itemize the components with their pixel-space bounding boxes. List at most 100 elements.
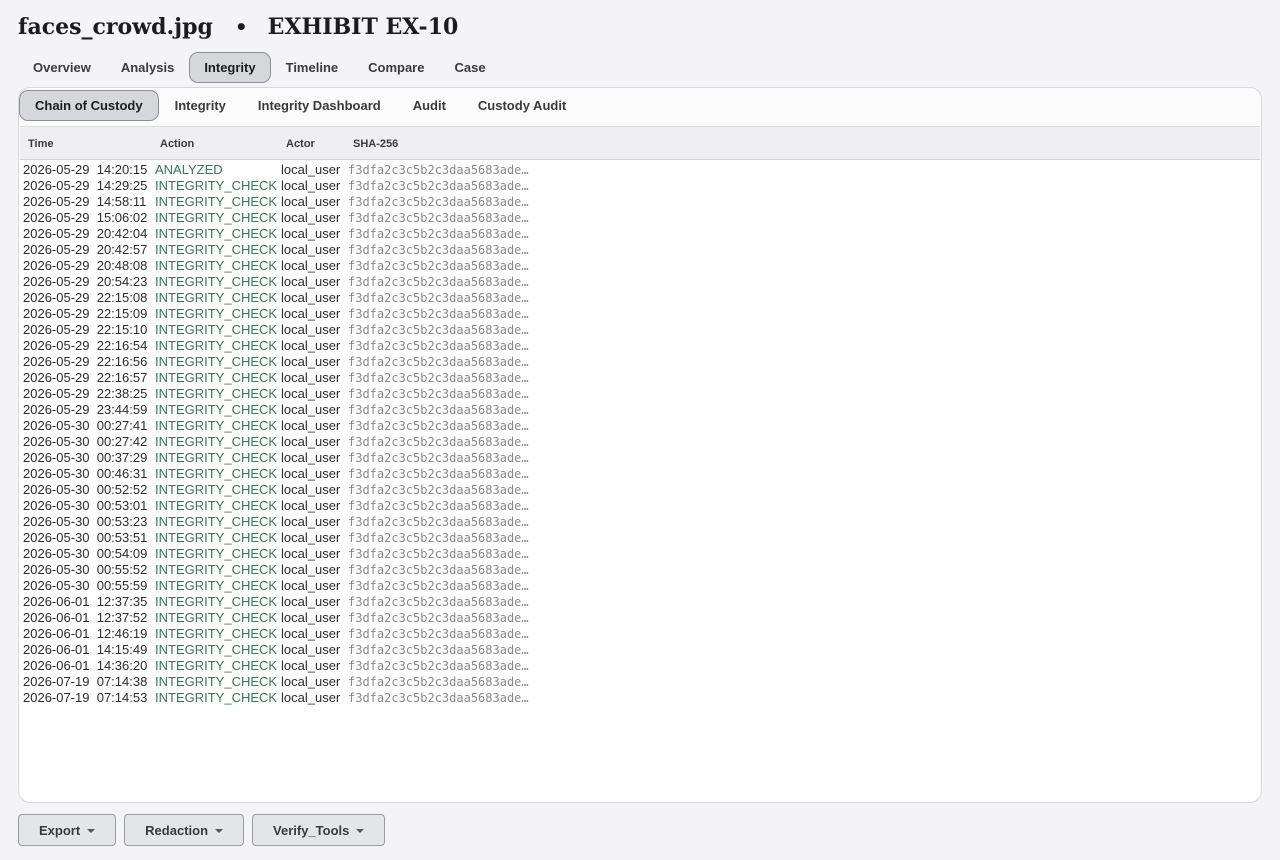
table-row[interactable]: 2026-05-29 22:16:56 INTEGRITY_CHECK local_…: [23, 354, 583, 370]
verify-tools-menu-button[interactable]: Verify_Tools: [252, 814, 386, 846]
table-row[interactable]: 2026-05-29 23:44:59 INTEGRITY_CHECK local_…: [23, 402, 583, 418]
cell-action: INTEGRITY_CHECK: [155, 226, 278, 241]
subtab-audit[interactable]: Audit: [397, 90, 462, 121]
table-row[interactable]: 2026-07-19 07:14:38 INTEGRITY_CHECK local_…: [23, 674, 583, 690]
cell-action: INTEGRITY_CHECK: [155, 210, 278, 225]
cell-action: INTEGRITY_CHECK: [155, 370, 278, 385]
table-row[interactable]: 2026-05-29 20:54:23 INTEGRITY_CHECK local_…: [23, 274, 583, 290]
cell-actor: local_user: [281, 370, 341, 385]
chevron-down-icon: [215, 829, 224, 833]
table-row[interactable]: 2026-05-29 22:15:09 INTEGRITY_CHECK local_…: [23, 306, 583, 322]
subtab-integrity[interactable]: Integrity: [159, 90, 242, 121]
table-row[interactable]: 2026-05-30 00:27:42 INTEGRITY_CHECK local_…: [23, 434, 583, 450]
cell-actor: local_user: [281, 562, 341, 577]
cell-actor: local_user: [281, 178, 341, 193]
table-row[interactable]: 2026-05-29 22:38:25 INTEGRITY_CHECK local_…: [23, 386, 583, 402]
custody-table[interactable]: Time Action Actor SHA-256 2026-05-29 14:…: [20, 126, 1260, 801]
table-row[interactable]: 2026-05-29 22:16:54 INTEGRITY_CHECK local_…: [23, 338, 583, 354]
cell-actor: local_user: [281, 162, 341, 177]
tab-case[interactable]: Case: [439, 52, 500, 83]
main-tab-bar: Overview Analysis Integrity Timeline Compare…: [18, 52, 501, 83]
table-row[interactable]: 2026-05-29 14:20:15 ANALYZED local_user f3d…: [23, 162, 583, 178]
cell-time: 2026-05-29 22:38:25: [23, 386, 148, 401]
column-header-time[interactable]: Time: [28, 138, 53, 150]
cell-time: 2026-05-29 20:42:57: [23, 242, 148, 257]
cell-time: 2026-06-01 14:36:20: [23, 658, 148, 673]
cell-actor: local_user: [281, 306, 341, 321]
table-row[interactable]: 2026-05-30 00:37:29 INTEGRITY_CHECK local_…: [23, 450, 583, 466]
cell-time: 2026-05-29 20:48:08: [23, 258, 148, 273]
table-row[interactable]: 2026-05-30 00:54:09 INTEGRITY_CHECK local_…: [23, 546, 583, 562]
cell-actor: local_user: [281, 626, 341, 641]
content-panel: Chain of Custody Integrity Integrity Dashb…: [18, 87, 1262, 803]
table-row[interactable]: 2026-05-30 00:53:51 INTEGRITY_CHECK local_…: [23, 530, 583, 546]
cell-sha256: f3dfa2c3c5b2c3daa5683ade…: [348, 307, 529, 321]
table-row[interactable]: 2026-06-01 12:37:35 INTEGRITY_CHECK local_…: [23, 594, 583, 610]
tab-integrity[interactable]: Integrity: [189, 52, 271, 83]
table-row[interactable]: 2026-05-29 20:42:04 INTEGRITY_CHECK local_…: [23, 226, 583, 242]
cell-time: 2026-05-29 14:58:11: [23, 194, 147, 209]
subtab-chain-of-custody[interactable]: Chain of Custody: [19, 90, 159, 121]
cell-time: 2026-05-30 00:53:51: [23, 530, 148, 545]
cell-actor: local_user: [281, 674, 341, 689]
table-row[interactable]: 2026-05-29 20:48:08 INTEGRITY_CHECK local_…: [23, 258, 583, 274]
subtab-integrity-dashboard[interactable]: Integrity Dashboard: [242, 90, 397, 121]
cell-time: 2026-05-30 00:54:09: [23, 546, 148, 561]
cell-sha256: f3dfa2c3c5b2c3daa5683ade…: [348, 387, 529, 401]
column-header-actor[interactable]: Actor: [286, 138, 315, 150]
subtab-custody-audit[interactable]: Custody Audit: [462, 90, 582, 121]
table-row[interactable]: 2026-05-30 00:53:23 INTEGRITY_CHECK local_…: [23, 514, 583, 530]
table-row[interactable]: 2026-05-30 00:55:52 INTEGRITY_CHECK local_…: [23, 562, 583, 578]
tab-overview[interactable]: Overview: [18, 52, 106, 83]
column-header-action[interactable]: Action: [160, 138, 194, 150]
table-row[interactable]: 2026-06-01 14:36:20 INTEGRITY_CHECK local_…: [23, 658, 583, 674]
cell-action: INTEGRITY_CHECK: [155, 594, 278, 609]
cell-action: INTEGRITY_CHECK: [155, 498, 278, 513]
table-row[interactable]: 2026-06-01 14:15:49 INTEGRITY_CHECK local_…: [23, 642, 583, 658]
cell-action: ANALYZED: [155, 162, 223, 177]
tab-compare[interactable]: Compare: [353, 52, 439, 83]
cell-sha256: f3dfa2c3c5b2c3daa5683ade…: [348, 291, 529, 305]
tab-timeline[interactable]: Timeline: [271, 52, 354, 83]
export-menu-button[interactable]: Export: [18, 814, 117, 846]
redaction-menu-button[interactable]: Redaction: [124, 814, 245, 846]
cell-actor: local_user: [281, 466, 341, 481]
cell-time: 2026-06-01 14:15:49: [23, 642, 148, 657]
table-row[interactable]: 2026-05-30 00:27:41 INTEGRITY_CHECK local_…: [23, 418, 583, 434]
cell-actor: local_user: [281, 402, 341, 417]
cell-actor: local_user: [281, 322, 341, 337]
chevron-down-icon: [87, 829, 96, 833]
table-body: 2026-05-29 14:20:15 ANALYZED local_user f3d…: [23, 162, 583, 706]
sub-tab-bar: Chain of Custody Integrity Integrity Dashb…: [19, 90, 582, 121]
tab-analysis[interactable]: Analysis: [106, 52, 189, 83]
table-row[interactable]: 2026-06-01 12:37:52 INTEGRITY_CHECK local_…: [23, 610, 583, 626]
table-row[interactable]: 2026-05-29 22:15:08 INTEGRITY_CHECK local_…: [23, 290, 583, 306]
cell-sha256: f3dfa2c3c5b2c3daa5683ade…: [348, 531, 529, 545]
cell-actor: local_user: [281, 482, 341, 497]
cell-time: 2026-05-30 00:27:41: [23, 418, 148, 433]
cell-time: 2026-05-29 14:20:15: [23, 162, 148, 177]
cell-sha256: f3dfa2c3c5b2c3daa5683ade…: [348, 435, 529, 449]
cell-time: 2026-05-29 15:06:02: [23, 210, 148, 225]
cell-action: INTEGRITY_CHECK: [155, 626, 278, 641]
table-row[interactable]: 2026-05-30 00:55:59 INTEGRITY_CHECK local_…: [23, 578, 583, 594]
table-row[interactable]: 2026-06-01 12:46:19 INTEGRITY_CHECK local_…: [23, 626, 583, 642]
table-row[interactable]: 2026-05-29 22:15:10 INTEGRITY_CHECK local_…: [23, 322, 583, 338]
table-row[interactable]: 2026-05-29 20:42:57 INTEGRITY_CHECK local_…: [23, 242, 583, 258]
column-header-sha256[interactable]: SHA-256: [353, 138, 398, 150]
table-row[interactable]: 2026-07-19 07:14:53 INTEGRITY_CHECK local_…: [23, 690, 583, 706]
table-row[interactable]: 2026-05-29 14:58:11 INTEGRITY_CHECK local_…: [23, 194, 583, 210]
cell-action: INTEGRITY_CHECK: [155, 674, 278, 689]
table-row[interactable]: 2026-05-29 15:06:02 INTEGRITY_CHECK local_…: [23, 210, 583, 226]
cell-time: 2026-05-30 00:37:29: [23, 450, 148, 465]
cell-actor: local_user: [281, 194, 341, 209]
table-row[interactable]: 2026-05-30 00:53:01 INTEGRITY_CHECK local_…: [23, 498, 583, 514]
bottom-toolbar: Export Redaction Verify_Tools: [18, 814, 386, 846]
cell-action: INTEGRITY_CHECK: [155, 610, 278, 625]
cell-time: 2026-05-30 00:55:52: [23, 562, 148, 577]
table-row[interactable]: 2026-05-29 14:29:25 INTEGRITY_CHECK local_…: [23, 178, 583, 194]
cell-sha256: f3dfa2c3c5b2c3daa5683ade…: [348, 451, 529, 465]
table-row[interactable]: 2026-05-30 00:46:31 INTEGRITY_CHECK local_…: [23, 466, 583, 482]
table-row[interactable]: 2026-05-30 00:52:52 INTEGRITY_CHECK local_…: [23, 482, 583, 498]
table-row[interactable]: 2026-05-29 22:16:57 INTEGRITY_CHECK local_…: [23, 370, 583, 386]
